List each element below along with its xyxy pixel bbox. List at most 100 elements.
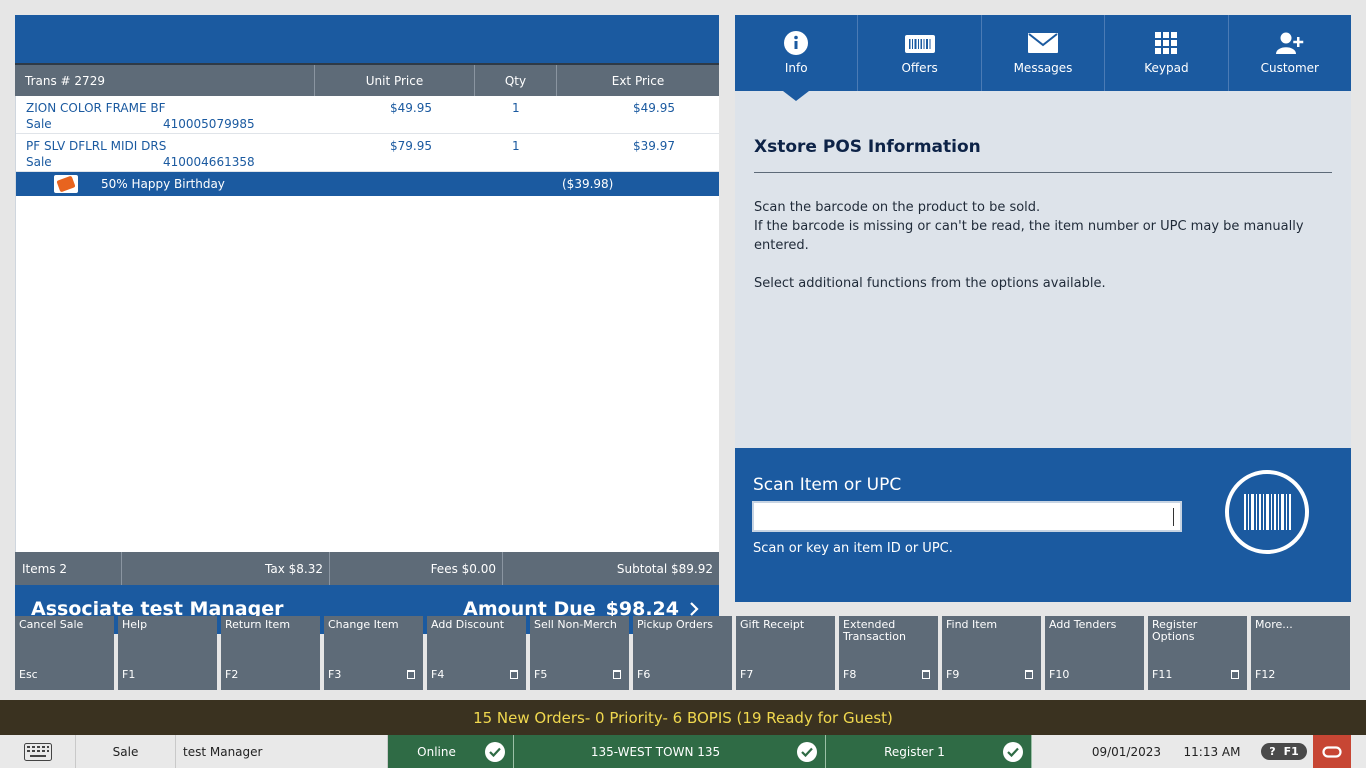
item-sku: 410005079985: [163, 117, 255, 131]
more-button[interactable]: More... F12: [1251, 616, 1350, 690]
fkey-label: Gift Receipt: [740, 618, 805, 631]
cancel-sale-button[interactable]: Cancel Sale Esc: [15, 616, 114, 690]
transaction-panel: Trans # 2729 Unit Price Qty Ext Price ZI…: [15, 15, 719, 634]
scan-label: Scan Item or UPC: [753, 475, 902, 495]
fkey-label: Add Tenders: [1049, 618, 1117, 631]
fkey-label: Sell Non-Merch: [534, 618, 617, 631]
items-count: Items 2: [15, 552, 122, 585]
fkey-shortcut: F8: [843, 668, 857, 681]
scan-hint: Scan or key an item ID or UPC.: [753, 541, 953, 556]
fkey-shortcut: F2: [225, 668, 239, 681]
unit-price-header: Unit Price: [315, 65, 475, 96]
fkey-shortcut: F4: [431, 668, 445, 681]
keyboard-button[interactable]: [0, 735, 76, 768]
help-question: ?: [1269, 745, 1276, 758]
keyboard-icon: [23, 742, 52, 761]
tab-customer[interactable]: Customer: [1229, 15, 1351, 91]
trash-icon: [613, 670, 621, 679]
info-line: Scan the barcode on the product to be so…: [754, 200, 1041, 215]
qty-header: Qty: [475, 65, 557, 96]
discount-tag-icon: [54, 175, 78, 193]
fkey-label: Change Item: [328, 618, 399, 631]
online-status[interactable]: Online: [388, 735, 514, 768]
fkey-shortcut: F11: [1152, 668, 1173, 681]
transaction-items-list[interactable]: ZION COLOR FRAME BF Sale 410005079985 $4…: [15, 96, 719, 552]
line-item[interactable]: PF SLV DFLRL MIDI DRS Sale 410004661358 …: [16, 134, 719, 172]
check-icon: [1003, 741, 1023, 762]
gift-receipt-button[interactable]: Gift Receipt F7: [736, 616, 835, 690]
time-display: 11:13 AM: [1183, 744, 1241, 759]
divider: [754, 172, 1332, 173]
totals-bar: Items 2 Tax $8.32 Fees $0.00 Subtotal $8…: [15, 552, 719, 585]
item-qty: 1: [512, 101, 520, 115]
online-label: Online: [417, 744, 456, 759]
fkey-label: Register Options: [1152, 618, 1198, 643]
trans-number: 2729: [74, 73, 105, 88]
fkey-label: Find Item: [946, 618, 998, 631]
tab-keypad[interactable]: Keypad: [1105, 15, 1229, 91]
tab-label: Customer: [1260, 61, 1319, 75]
trans-number-header: Trans # 2729: [15, 65, 315, 96]
orders-notice-banner[interactable]: 15 New Orders- 0 Priority- 6 BOPIS (19 R…: [0, 700, 1366, 735]
register-options-button[interactable]: Register Options F11: [1148, 616, 1247, 690]
trans-label: Trans #: [25, 73, 71, 88]
tax-total: Tax $8.32: [122, 552, 330, 585]
add-tenders-button[interactable]: Add Tenders F10: [1045, 616, 1144, 690]
fkey-label: Add Discount: [431, 618, 505, 631]
change-item-button[interactable]: Change Item F3: [324, 616, 423, 690]
item-name: ZION COLOR FRAME BF: [26, 101, 166, 115]
transaction-header-bar: [15, 15, 719, 63]
tab-messages[interactable]: Messages: [982, 15, 1106, 91]
info-panel: Info Offers Messages Keypad Customer Xst…: [735, 15, 1351, 602]
return-item-button[interactable]: Return Item F2: [221, 616, 320, 690]
item-qty: 1: [512, 139, 520, 153]
fkey-shortcut: F10: [1049, 668, 1070, 681]
fkey-label: Extended Transaction: [843, 618, 906, 643]
fkey-label: Help: [122, 618, 148, 631]
extended-transaction-button[interactable]: Extended Transaction F8: [839, 616, 938, 690]
user-indicator: test Manager: [176, 735, 388, 768]
tab-offers[interactable]: Offers: [858, 15, 982, 91]
add-discount-button[interactable]: Add Discount F4: [427, 616, 526, 690]
chevron-right-icon: [690, 602, 699, 616]
barcode-scan-icon[interactable]: [1225, 470, 1309, 554]
oracle-logo-icon[interactable]: [1313, 735, 1351, 768]
check-icon: [485, 741, 505, 762]
trash-icon: [922, 670, 930, 679]
scan-input[interactable]: [752, 501, 1182, 532]
item-sku: 410004661358: [163, 155, 255, 169]
subtotal: Subtotal $89.92: [616, 561, 713, 576]
info-title: Xstore POS Information: [754, 137, 981, 157]
offers-icon: [904, 31, 935, 55]
line-item[interactable]: ZION COLOR FRAME BF Sale 410005079985 $4…: [16, 96, 719, 134]
register-status[interactable]: Register 1: [826, 735, 1032, 768]
function-keys: Cancel Sale Esc Help F1 Return Item F2 Chan…: [15, 616, 1351, 690]
help-button[interactable]: Help F1: [118, 616, 217, 690]
discount-line[interactable]: 50% Happy Birthday ($39.98): [16, 172, 719, 196]
trash-icon: [1025, 670, 1033, 679]
info-tabs: Info Offers Messages Keypad Customer: [735, 15, 1351, 101]
discount-label: 50% Happy Birthday: [101, 177, 225, 191]
fees-total: Fees $0.00: [330, 552, 503, 585]
help-pill: ? F1: [1261, 743, 1307, 760]
transaction-table-header: Trans # 2729 Unit Price Qty Ext Price: [15, 63, 719, 96]
tab-label: Keypad: [1144, 61, 1189, 75]
find-item-button[interactable]: Find Item F9: [942, 616, 1041, 690]
store-label: 135-WEST TOWN 135: [590, 744, 721, 759]
fkey-shortcut: F1: [122, 668, 136, 681]
sell-non-merch-button[interactable]: Sell Non-Merch F5: [530, 616, 629, 690]
fkey-label: Pickup Orders: [637, 618, 713, 631]
discount-amount: ($39.98): [562, 177, 614, 191]
fkey-shortcut: F7: [740, 668, 754, 681]
pickup-orders-button[interactable]: Pickup Orders F6: [633, 616, 732, 690]
help-button[interactable]: ? F1: [1255, 735, 1313, 768]
item-unit-price: $79.95: [390, 139, 432, 153]
tab-info[interactable]: Info: [735, 15, 859, 101]
item-type: Sale: [26, 117, 52, 131]
trash-icon: [510, 670, 518, 679]
fkey-label: More...: [1255, 618, 1293, 631]
tab-label: Info: [784, 61, 808, 75]
item-ext-price: $49.95: [633, 101, 675, 115]
fkey-shortcut: F12: [1255, 668, 1276, 681]
store-status[interactable]: 135-WEST TOWN 135: [514, 735, 826, 768]
